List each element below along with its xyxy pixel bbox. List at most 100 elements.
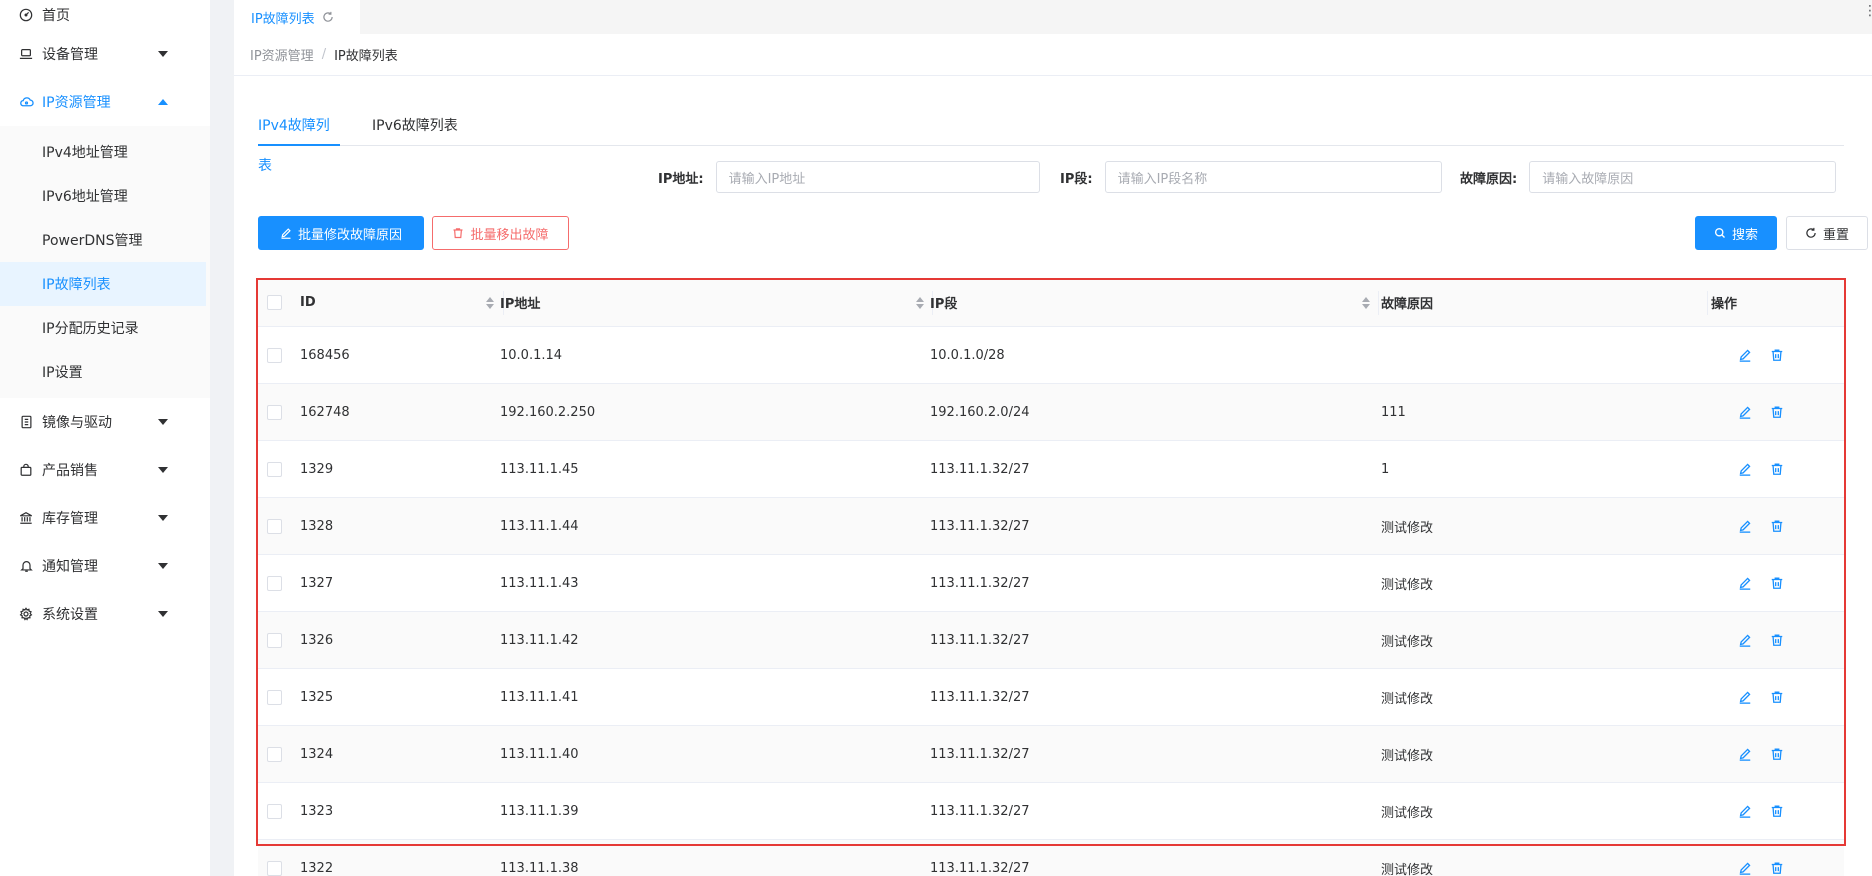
- row-checkbox[interactable]: [267, 860, 282, 876]
- col-header-ip[interactable]: IP地址: [500, 293, 540, 312]
- sidebar-item-powerdns[interactable]: PowerDNS管理: [0, 218, 210, 262]
- sidebar-item-label: 通知管理: [42, 559, 98, 575]
- refresh-icon[interactable]: [322, 11, 334, 23]
- caret-down-icon: [158, 611, 168, 617]
- row-checkbox[interactable]: [267, 461, 282, 477]
- cell-ip: 113.11.1.40: [500, 746, 579, 762]
- delete-icon[interactable]: [1770, 633, 1784, 647]
- cell-segment: 113.11.1.32/27: [930, 575, 1030, 591]
- cell-segment: 113.11.1.32/27: [930, 860, 1030, 876]
- more-vertical-icon[interactable]: ⋮: [1863, 4, 1872, 18]
- delete-icon[interactable]: [1770, 576, 1784, 590]
- delete-icon[interactable]: [1770, 804, 1784, 818]
- delete-icon[interactable]: [1770, 348, 1784, 362]
- batch-remove-fault-button[interactable]: 批量移出故障: [432, 216, 569, 250]
- table-header-row: ID IP地址 IP段 故障原因 操作: [258, 279, 1844, 327]
- edit-icon[interactable]: [1738, 804, 1752, 818]
- sidebar-item-home[interactable]: 首页: [0, 0, 210, 30]
- edit-icon[interactable]: [1738, 405, 1752, 419]
- edit-icon[interactable]: [1738, 519, 1752, 533]
- sort-icon[interactable]: [486, 297, 494, 309]
- fault-reason-input[interactable]: 请输入故障原因: [1529, 161, 1837, 193]
- sort-icon[interactable]: [1362, 297, 1370, 309]
- cell-segment: 113.11.1.32/27: [930, 461, 1030, 477]
- edit-icon[interactable]: [1738, 576, 1752, 590]
- sidebar-item-product-sales[interactable]: 产品销售: [0, 446, 210, 494]
- row-checkbox[interactable]: [267, 689, 282, 705]
- fault-list-tabs: IPv4故障列表 IPv6故障列表: [258, 106, 1844, 174]
- sidebar-item-ipv4[interactable]: IPv4地址管理: [0, 130, 210, 174]
- row-checkbox[interactable]: [267, 632, 282, 648]
- delete-icon[interactable]: [1770, 405, 1784, 419]
- batch-edit-reason-button[interactable]: 批量修改故障原因: [258, 216, 424, 250]
- tab-ip-fault-list[interactable]: IP故障列表: [234, 0, 360, 34]
- sidebar-item-ip-resource[interactable]: IP资源管理: [0, 78, 210, 126]
- segment-filter-label: IP段:: [1060, 171, 1093, 187]
- delete-icon[interactable]: [1770, 519, 1784, 533]
- reset-button[interactable]: 重置: [1786, 216, 1868, 250]
- edit-icon[interactable]: [1738, 462, 1752, 476]
- sidebar-item-ip-settings[interactable]: IP设置: [0, 350, 210, 394]
- row-checkbox[interactable]: [267, 575, 282, 591]
- sort-icon[interactable]: [916, 297, 924, 309]
- col-header-id[interactable]: ID: [300, 295, 316, 310]
- ip-segment-input[interactable]: 请输入IP段名称: [1104, 161, 1442, 193]
- sidebar-item-ip-history[interactable]: IP分配历史记录: [0, 306, 210, 350]
- row-checkbox[interactable]: [267, 803, 282, 819]
- document-icon: [18, 414, 34, 430]
- sidebar-item-ip-fault-list[interactable]: IP故障列表: [0, 262, 206, 306]
- sidebar-item-inventory[interactable]: 库存管理: [0, 494, 210, 542]
- select-all-checkbox[interactable]: [267, 295, 282, 310]
- sidebar-item-system-settings[interactable]: 系统设置: [0, 590, 210, 638]
- edit-icon[interactable]: [1738, 690, 1752, 704]
- sidebar-item-label: 库存管理: [42, 511, 98, 527]
- cell-segment: 10.0.1.0/28: [930, 347, 1005, 363]
- sidebar-item-device-mgmt[interactable]: 设备管理: [0, 30, 210, 78]
- edit-icon[interactable]: [1738, 747, 1752, 761]
- row-checkbox[interactable]: [267, 404, 282, 420]
- cell-reason: 测试修改: [1381, 862, 1434, 876]
- cell-reason: 1: [1381, 461, 1390, 477]
- edit-icon: [280, 227, 292, 239]
- edit-icon[interactable]: [1738, 348, 1752, 362]
- row-checkbox[interactable]: [267, 746, 282, 762]
- row-checkbox[interactable]: [267, 518, 282, 534]
- cell-id: 1324: [300, 746, 334, 762]
- cell-ip: 113.11.1.38: [500, 860, 579, 876]
- cell-reason: 测试修改: [1381, 691, 1434, 707]
- cell-id: 1325: [300, 689, 334, 705]
- delete-icon[interactable]: [1770, 462, 1784, 476]
- sidebar-item-notice[interactable]: 通知管理: [0, 542, 210, 590]
- sidebar-item-ipv6[interactable]: IPv6地址管理: [0, 174, 210, 218]
- sidebar-item-image-driver[interactable]: 镜像与驱动: [0, 398, 210, 446]
- search-button[interactable]: 搜索: [1695, 216, 1777, 250]
- main-panel: IP故障列表 ⋮ IP资源管理 / IP故障列表 IPv4故障列表 IPv6故障…: [234, 0, 1872, 876]
- sidebar-item-label: 系统设置: [42, 607, 98, 623]
- cell-id: 1322: [300, 860, 334, 876]
- caret-down-icon: [158, 467, 168, 473]
- layout-gutter: [210, 0, 234, 876]
- breadcrumb-parent[interactable]: IP资源管理: [250, 45, 314, 64]
- col-header-segment[interactable]: IP段: [930, 293, 957, 312]
- cell-id: 1323: [300, 803, 334, 819]
- delete-icon[interactable]: [1770, 861, 1784, 875]
- ip-address-input[interactable]: 请输入IP地址: [715, 161, 1040, 193]
- tab-ipv6-fault-list[interactable]: IPv6故障列表: [372, 106, 458, 146]
- tab-ipv4-fault-list[interactable]: IPv4故障列表: [258, 106, 340, 174]
- delete-icon[interactable]: [1770, 690, 1784, 704]
- row-checkbox[interactable]: [267, 347, 282, 363]
- sidebar-item-label: 首页: [42, 8, 70, 24]
- table-row: 1329 113.11.1.45 113.11.1.32/27 1: [258, 441, 1844, 498]
- filter-ip: IP地址: 请输入IP地址: [658, 161, 1040, 193]
- cell-reason: 测试修改: [1381, 748, 1434, 764]
- edit-icon[interactable]: [1738, 861, 1752, 875]
- delete-icon[interactable]: [1770, 747, 1784, 761]
- fault-table: ID IP地址 IP段 故障原因 操作 168456 10.0.1.14 10.0.…: [258, 279, 1844, 876]
- cell-reason: 111: [1381, 404, 1406, 420]
- gear-icon: [18, 606, 34, 622]
- cell-ip: 113.11.1.45: [500, 461, 579, 477]
- edit-icon[interactable]: [1738, 633, 1752, 647]
- bank-icon: [18, 510, 34, 526]
- reason-filter-label: 故障原因:: [1460, 171, 1518, 187]
- filter-reason: 故障原因: 请输入故障原因: [1460, 161, 1837, 193]
